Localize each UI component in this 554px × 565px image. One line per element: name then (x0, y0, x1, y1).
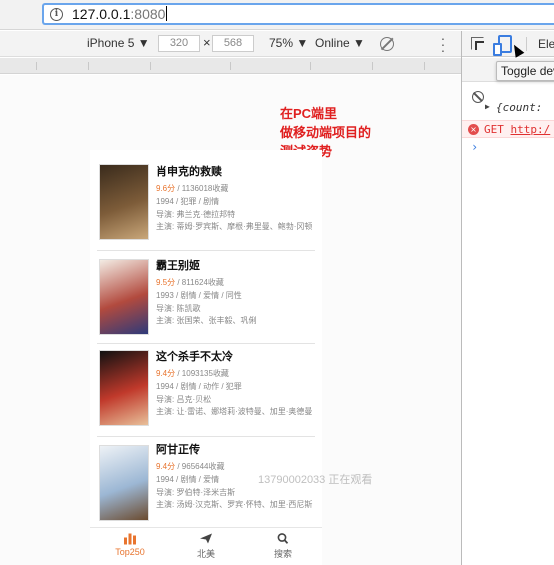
devtools-toolbar: Ele (462, 31, 554, 58)
tooltip: Toggle dev (496, 61, 554, 81)
movie-rating: 9.4分 (156, 462, 176, 471)
media-query-ruler (0, 58, 461, 74)
search-icon (277, 533, 289, 544)
info-icon[interactable]: i (50, 7, 63, 21)
movie-director: 导演: 陈凯歌 (156, 304, 201, 313)
rotate-icon[interactable] (380, 37, 394, 51)
movie-director: 导演: 吕克·贝松 (156, 395, 212, 404)
text-caret (166, 6, 168, 21)
watermark: 13790002033 正在观看 (258, 474, 373, 486)
movie-director: 导演: 弗兰克·德拉邦特 (156, 210, 236, 219)
tab-elements[interactable]: Ele (538, 37, 554, 51)
mouse-cursor-icon (509, 42, 525, 58)
inspect-element-icon[interactable] (471, 37, 484, 50)
movie-info: 霸王别姬 9.5分 / 811624收藏 1993 / 剧情 / 爱情 / 同性… (156, 258, 314, 327)
error-url-link[interactable]: http:/ (511, 123, 551, 136)
movie-poster[interactable] (99, 350, 149, 426)
more-options-icon[interactable]: · · · (440, 31, 446, 57)
browser-toolbar: i 127.0.0.1:8080 (0, 0, 554, 30)
console-prompt[interactable]: › (471, 140, 478, 154)
movie-meta: 1994 / 剧情 / 动作 / 犯罪 (156, 382, 242, 391)
error-icon: × (468, 124, 479, 135)
expand-triangle-icon[interactable]: ▶ (485, 102, 490, 111)
movie-meta: 1994 / 犯罪 / 剧情 (156, 197, 220, 206)
tab-top250[interactable]: Top250 (100, 532, 160, 557)
movie-meta: 1993 / 剧情 / 爱情 / 同性 (156, 291, 242, 300)
movie-cast: 主演: 让·雷诺、娜塔莉·波特曼、加里·奥德曼 (156, 407, 313, 416)
movie-info: 这个杀手不太冷 9.4分 / 1093135收藏 1994 / 剧情 / 动作 … (156, 349, 314, 418)
url-text[interactable]: 127.0.0.1:8080 (72, 6, 168, 22)
movie-rating-line: 9.6分 / 1136018收藏 (156, 182, 314, 195)
log-text: {count: (496, 101, 543, 114)
mobile-page: 肖申克的救赎 9.6分 / 1136018收藏 1994 / 犯罪 / 剧情 导… (90, 150, 322, 565)
movie-collect-count: / 1136018收藏 (175, 184, 229, 193)
movie-title[interactable]: 这个杀手不太冷 (156, 349, 314, 365)
url-port: :8080 (130, 6, 166, 22)
toolbar-divider (526, 37, 527, 51)
movie-cast: 主演: 张国荣、张丰毅、巩俐 (156, 316, 257, 325)
movie-item[interactable]: 这个杀手不太冷 9.4分 / 1093135收藏 1994 / 剧情 / 动作 … (97, 344, 315, 437)
plane-icon (200, 533, 212, 544)
movie-title[interactable]: 肖申克的救赎 (156, 164, 314, 180)
console-log-entry[interactable]: ▶ {count: (462, 101, 554, 119)
dimension-separator: × (203, 35, 211, 50)
movie-cast: 主演: 汤姆·汉克斯、罗宾·怀特、加里·西尼斯 (156, 500, 313, 509)
movie-poster[interactable] (99, 164, 149, 240)
tab-label: Top250 (115, 547, 145, 557)
bar-chart-icon (124, 533, 136, 545)
movie-title[interactable]: 阿甘正传 (156, 442, 314, 458)
devtools-panel: Ele Toggle dev ▶ {count: × GET http:/ › (461, 31, 554, 565)
movie-collect-count: / 811624收藏 (175, 278, 224, 287)
movie-rating: 9.5分 (156, 278, 176, 287)
movie-director: 导演: 罗伯特·泽米吉斯 (156, 488, 236, 497)
movie-poster[interactable] (99, 445, 149, 521)
error-method: GET (484, 123, 504, 136)
zoom-select[interactable]: 75% ▼ (269, 36, 308, 50)
bottom-tab-bar: Top250 北美 搜索 (90, 527, 322, 565)
annotation-line: 在PC端里 (280, 106, 338, 121)
movie-info: 肖申克的救赎 9.6分 / 1136018收藏 1994 / 犯罪 / 剧情 导… (156, 164, 314, 233)
movie-rating: 9.4分 (156, 369, 176, 378)
address-bar[interactable]: i 127.0.0.1:8080 (42, 3, 554, 25)
device-toolbar: iPhone 5 ▼ 320 × 568 75% ▼ Online ▼ · · · (0, 31, 461, 57)
movie-collect-count: / 1093135收藏 (175, 369, 229, 378)
movie-item[interactable]: 肖申克的救赎 9.6分 / 1136018收藏 1994 / 犯罪 / 剧情 导… (97, 160, 315, 251)
width-input[interactable]: 320 (158, 35, 200, 52)
movie-item[interactable]: 霸王别姬 9.5分 / 811624收藏 1993 / 剧情 / 爱情 / 同性… (97, 251, 315, 344)
annotation-line: 做移动端项目的 (280, 125, 372, 140)
console-error-entry[interactable]: × GET http:/ (462, 120, 554, 138)
height-input[interactable]: 568 (212, 35, 254, 52)
device-select[interactable]: iPhone 5 ▼ (87, 36, 150, 50)
movie-collect-count: / 965644收藏 (175, 462, 225, 471)
movie-title[interactable]: 霸王别姬 (156, 258, 314, 274)
tab-label: 搜索 (273, 549, 292, 559)
url-host: 127.0.0.1 (72, 6, 131, 22)
tab-label: 北美 (196, 549, 215, 559)
movie-cast: 主演: 蒂姆·罗宾斯、摩根·弗里曼、鲍勃·冈顿 (156, 222, 313, 231)
movie-rating: 9.6分 (156, 184, 176, 193)
movie-poster[interactable] (99, 259, 149, 335)
tab-search[interactable]: 搜索 (253, 532, 313, 560)
network-select[interactable]: Online ▼ (315, 36, 365, 50)
movie-rating-line: 9.5分 / 811624收藏 (156, 276, 314, 289)
movie-rating-line: 9.4分 / 1093135收藏 (156, 367, 314, 380)
tab-north-america[interactable]: 北美 (176, 532, 236, 560)
toggle-device-toolbar-icon[interactable] (493, 35, 512, 56)
